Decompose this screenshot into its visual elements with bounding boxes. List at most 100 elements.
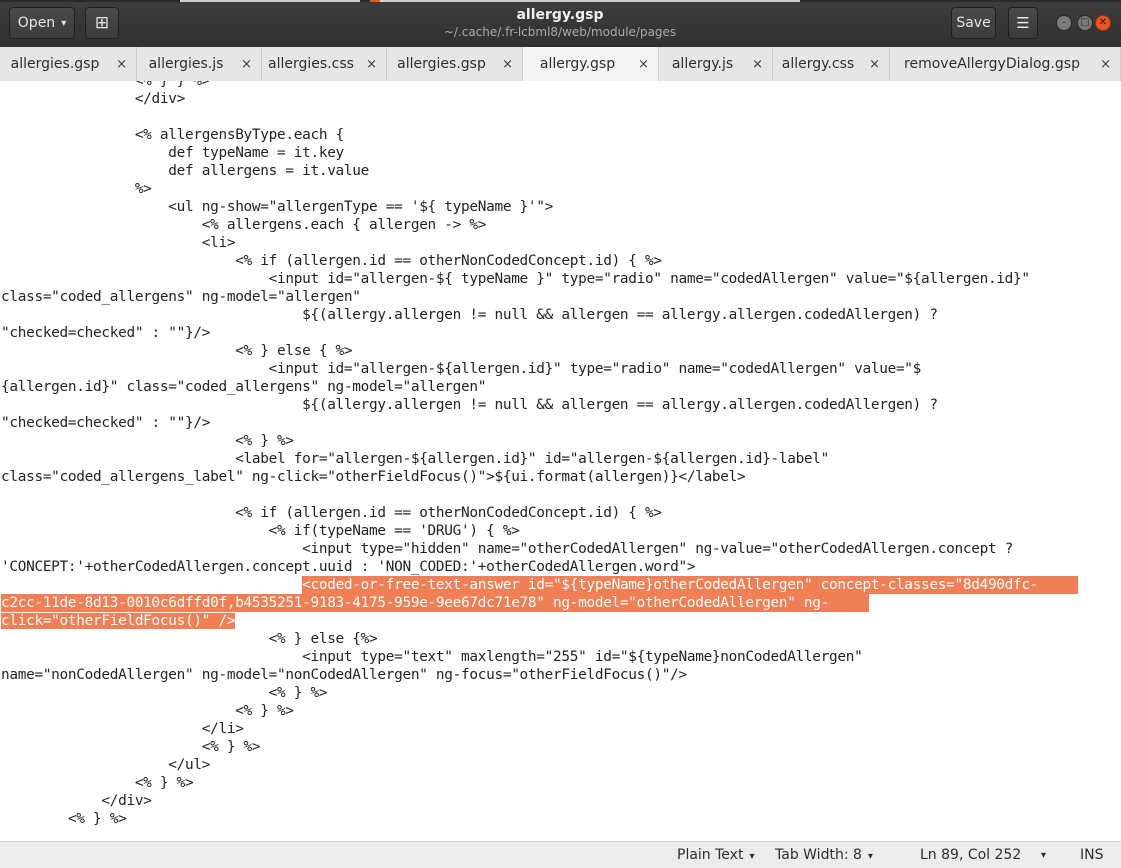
tab[interactable]: allergies.gsp ×: [387, 47, 523, 81]
top-edge-accent: [370, 0, 380, 2]
code-line: <% } } %>: [1, 81, 211, 89]
top-edge-segment: [380, 0, 800, 2]
code-line: </ul>: [1, 757, 211, 773]
tab-width-label: Tab Width: 8: [775, 847, 862, 863]
code-line: <% } %>: [1, 811, 127, 827]
chevron-down-icon: ▾: [867, 851, 873, 862]
new-document-button[interactable]: ⊞: [85, 7, 119, 39]
language-label: Plain Text: [677, 847, 744, 863]
window-subtitle: ~/.cache/.fr-lcbml8/web/module/pages: [443, 25, 677, 39]
code-line: <% } %>: [1, 739, 261, 755]
code-line: ${(allergy.allergen != null && allergen …: [1, 397, 938, 413]
tab[interactable]: removeAllergyDialog.gsp ×: [890, 47, 1121, 81]
code-line: <% } else { %>: [1, 343, 353, 359]
close-tab-icon[interactable]: ×: [241, 57, 252, 72]
code-line: %>: [1, 181, 152, 197]
code-line: class="coded_allergens" ng-model="allerg…: [1, 289, 361, 305]
top-edge-segment: [180, 0, 360, 2]
close-tab-icon[interactable]: ×: [869, 57, 880, 72]
tab-label: removeAllergyDialog.gsp: [904, 56, 1080, 72]
code-line: def typeName = it.key: [1, 145, 344, 161]
insert-mode-indicator: INS: [1080, 847, 1104, 863]
code-line: <li>: [1, 235, 236, 251]
chevron-down-icon[interactable]: ▾: [1041, 850, 1046, 861]
tab-label: allergy.gsp: [539, 56, 616, 72]
selected-text: c2cc-11de-8d13-0010c6dffd0f,b4535251-918…: [1, 594, 870, 612]
code-line: </div>: [1, 793, 152, 809]
tab[interactable]: allergies.js ×: [137, 47, 262, 81]
code-line: <% } %>: [1, 775, 194, 791]
code-line: <input id="allergen-${allergen.id}" type…: [1, 361, 922, 377]
minimize-button[interactable]: –: [1056, 15, 1072, 31]
code-line: "checked=checked" : ""}/>: [1, 325, 211, 341]
selected-text: <coded-or-free-text-answer id="${typeNam…: [302, 576, 1079, 594]
code-line: <% allergens.each { allergen -> %>: [1, 217, 487, 233]
code-line: <input type="hidden" name="otherCodedAll…: [1, 541, 1014, 557]
close-tab-icon[interactable]: ×: [502, 57, 513, 72]
code-line: <input type="text" maxlength="255" id="$…: [1, 649, 863, 665]
close-tab-icon[interactable]: ×: [752, 57, 763, 72]
code-line: </div>: [1, 91, 186, 107]
text-editor[interactable]: <% } } %> </div> <% allergensByType.each…: [0, 81, 1121, 841]
code-line: def allergens = it.value: [1, 163, 370, 179]
close-tab-icon[interactable]: ×: [366, 57, 377, 72]
code-line: <% } else {%>: [1, 631, 378, 647]
code-line: <% } %>: [1, 685, 328, 701]
code-line: {allergen.id}" class="coded_allergens" n…: [1, 379, 487, 395]
open-label: Open: [17, 15, 56, 31]
hamburger-menu-icon: ☰: [1016, 14, 1030, 32]
tab[interactable]: allergy.css ×: [773, 47, 890, 81]
open-button[interactable]: Open ▾: [9, 7, 75, 39]
tab[interactable]: allergies.gsp ×: [0, 47, 137, 81]
save-button[interactable]: Save: [951, 7, 996, 39]
tab[interactable]: allergies.css ×: [262, 47, 387, 81]
tab-label: allergies.gsp: [397, 56, 486, 72]
cursor-position[interactable]: Ln 89, Col 252: [920, 847, 1021, 863]
window-title: allergy.gsp: [516, 7, 604, 23]
close-tab-icon[interactable]: ×: [638, 57, 649, 72]
header-bar: Open ▾ ⊞ allergy.gsp ~/.cache/.fr-lcbml8…: [0, 0, 1121, 48]
selected-text: click="otherFieldFocus()" />: [1, 613, 236, 629]
tab-label: allergies.gsp: [10, 56, 100, 72]
new-document-icon: ⊞: [94, 13, 110, 33]
tab-label: allergies.js: [148, 56, 224, 72]
maximize-icon: □: [1080, 17, 1090, 28]
maximize-button[interactable]: □: [1077, 15, 1093, 31]
chevron-down-icon: ▾: [749, 851, 755, 862]
close-tab-icon[interactable]: ×: [1100, 57, 1111, 72]
menu-button[interactable]: ☰: [1008, 7, 1038, 39]
code-line: <label for="allergen-${allergen.id}" id=…: [1, 451, 830, 467]
minimize-icon: –: [1061, 17, 1067, 28]
close-window-button[interactable]: ✕: [1095, 15, 1111, 31]
code-line: </li>: [1, 721, 244, 737]
language-selector[interactable]: Plain Text ▾: [677, 847, 754, 863]
code-line: 'CONCEPT:'+otherCodedAllergen.concept.uu…: [1, 559, 696, 575]
tab-bar: allergies.gsp × allergies.js × allergies.css…: [0, 47, 1121, 82]
tab-label: allergies.css: [268, 56, 354, 72]
code-line: <% } %>: [1, 703, 294, 719]
top-edge: [0, 0, 1121, 2]
tab[interactable]: allergy.gsp ×: [523, 47, 659, 81]
close-tab-icon[interactable]: ×: [116, 57, 127, 72]
tab-label: allergy.js: [671, 56, 734, 72]
code-line: <ul ng-show="allergenType == '${ typeNam…: [1, 199, 554, 215]
chevron-down-icon: ▾: [61, 17, 67, 29]
code-line: <% if (allergen.id == otherNonCodedConce…: [1, 253, 662, 269]
code-line: "checked=checked" : ""}/>: [1, 415, 211, 431]
code-line: ${(allergy.allergen != null && allergen …: [1, 307, 938, 323]
code-line: click="otherFieldFocus()" />: [1, 612, 236, 630]
code-line: name="nonCodedAllergen" ng-model="nonCod…: [1, 667, 687, 683]
close-icon: ✕: [1098, 17, 1108, 28]
status-bar: Plain Text ▾ Tab Width: 8 ▾ Ln 89, Col 252…: [0, 841, 1121, 868]
code-line: class="coded_allergens_label" ng-click="…: [1, 469, 746, 485]
tab-width-selector[interactable]: Tab Width: 8 ▾: [775, 847, 873, 863]
code-line: <% if(typeName == 'DRUG') { %>: [1, 523, 520, 539]
tab[interactable]: allergy.js ×: [659, 47, 773, 81]
code-line: <input id="allergen-${ typeName }" type=…: [1, 271, 1030, 287]
tab-label: allergy.css: [781, 56, 855, 72]
code-line: <% } %>: [1, 433, 294, 449]
code-line: <coded-or-free-text-answer id="${typeNam…: [1, 576, 1079, 594]
code-line: <% allergensByType.each {: [1, 127, 344, 143]
code-line: <% if (allergen.id == otherNonCodedConce…: [1, 505, 662, 521]
code-line: c2cc-11de-8d13-0010c6dffd0f,b4535251-918…: [1, 594, 870, 612]
